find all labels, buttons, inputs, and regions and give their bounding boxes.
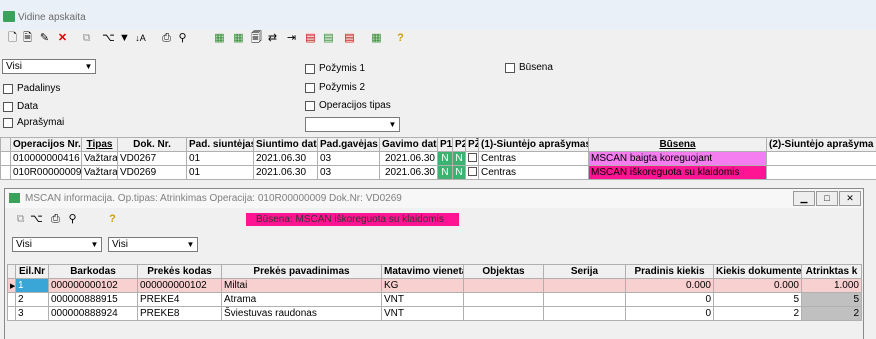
table-row[interactable]: ▶ 1 000000000102 000000000102 Miltai KG … xyxy=(7,278,862,293)
move-icon[interactable]: ⇥ xyxy=(285,32,298,45)
filter-combo-value: Visi xyxy=(6,61,22,72)
find-icon[interactable]: ⚲ xyxy=(176,32,189,45)
copy-icon[interactable]: ⧉ xyxy=(14,213,27,226)
pozymis2-checkbox[interactable]: Požymis 2 xyxy=(305,82,365,93)
col-p1[interactable]: P1 xyxy=(437,137,453,152)
chevron-down-icon[interactable]: ▼ xyxy=(387,119,398,130)
col-dok-nr[interactable]: Dok. Nr. xyxy=(117,137,187,152)
table-green-icon[interactable]: ▦ xyxy=(370,32,383,45)
pozymis1-checkbox[interactable]: Požymis 1 xyxy=(305,63,365,74)
copy-icon[interactable]: ⧉ xyxy=(80,32,93,45)
col-objektas[interactable]: Objektas xyxy=(463,264,544,279)
cart-icon[interactable]: ▤ xyxy=(343,32,356,45)
maximize-button[interactable]: □ xyxy=(816,191,838,206)
cart-green-icon[interactable]: ▤ xyxy=(322,32,335,45)
table-row[interactable]: 2 000000888915 PREKE4 Atrama VNT 0 5 5 xyxy=(7,292,862,307)
close-button[interactable]: ✕ xyxy=(839,191,861,206)
link-icon[interactable]: ⇄ xyxy=(266,32,279,45)
help-icon[interactable]: ? xyxy=(394,32,407,45)
chevron-down-icon[interactable]: ▼ xyxy=(89,239,100,250)
col-busena[interactable]: Būsena xyxy=(588,137,767,152)
col-kiekis-dokumente[interactable]: Kiekis dokumente xyxy=(713,264,802,279)
sub-window-titlebar: MSCAN informacija. Op.tipas: Atrinkimas … xyxy=(5,189,863,208)
col-gavimo-data[interactable]: Gavimo data xyxy=(379,137,438,152)
print-icon[interactable]: ⎙ xyxy=(49,213,62,226)
table-row[interactable]: 010000000416 Važtara VD0267 01 2021.06.3… xyxy=(0,151,876,166)
aprasymai-checkbox[interactable]: Aprašymai xyxy=(3,117,64,128)
chevron-down-icon[interactable]: ▼ xyxy=(83,61,94,72)
table-add-icon[interactable]: ▦ xyxy=(213,32,226,45)
table-header-row: Operacijos Nr. Tipas Dok. Nr. Pad. siunt… xyxy=(0,137,876,152)
col-pradinis-kiekis[interactable]: Pradinis kiekis xyxy=(625,264,714,279)
filter-icon[interactable]: ▼ xyxy=(118,32,131,45)
col-matavimo-vienetas[interactable]: Matavimo vienetas xyxy=(381,264,464,279)
table-header-row: Eil.Nr Barkodas Prekės kodas Prekės pava… xyxy=(7,264,862,279)
row-selector-icon: ▶ xyxy=(7,278,16,293)
tree-icon[interactable]: ⌥ xyxy=(30,213,43,226)
sort-icon[interactable]: ↓A xyxy=(134,32,147,45)
col-prekes-kodas[interactable]: Prekės kodas xyxy=(137,264,222,279)
table-edit-icon[interactable]: ▦ xyxy=(232,32,245,45)
new-doc-icon[interactable]: 🗋 xyxy=(6,32,19,45)
app-icon xyxy=(3,11,15,22)
data-checkbox[interactable]: Data xyxy=(3,101,38,112)
chevron-down-icon[interactable]: ▼ xyxy=(185,239,196,250)
col-atrinktas-kiekis[interactable]: Atrinktas k xyxy=(801,264,862,279)
mscan-info-window: MSCAN informacija. Op.tipas: Atrinkimas … xyxy=(4,188,864,339)
row-status: MSCAN iškoreguota su klaidomis xyxy=(588,165,767,180)
minimize-button[interactable]: ▁ xyxy=(793,191,815,206)
padalinys-checkbox[interactable]: Padalinys xyxy=(3,83,60,94)
col-p2[interactable]: P2 xyxy=(452,137,466,152)
col-pad-gavejas[interactable]: Pad.gavėjas xyxy=(317,137,380,152)
col-serija[interactable]: Serija xyxy=(543,264,626,279)
col-pad-siuntejas[interactable]: Pad. siuntėjas xyxy=(186,137,254,152)
help-icon[interactable]: ? xyxy=(106,213,119,226)
print-icon[interactable]: ⎙ xyxy=(160,32,173,45)
row-status: MSCAN baigta koreguojant xyxy=(588,151,767,166)
main-toolbar: 🗋 🗎 ✎ ✕ ⧉ ⌥ ▼ ↓A ⎙ ⚲ ▦ ▦ 🗐 ⇄ ⇥ ▤ ▤ ▤ ▦ ? xyxy=(0,30,876,48)
sub-filter-combo-1[interactable]: Visi ▼ xyxy=(12,237,102,252)
col-aprasymas-2[interactable]: (2)-Siuntėjo aprašyma xyxy=(766,137,876,152)
app-titlebar: Vidine apskaita xyxy=(0,0,876,30)
delete-icon[interactable]: ✕ xyxy=(56,32,69,45)
col-pz[interactable]: PŽ xyxy=(465,137,479,152)
tree-icon[interactable]: ⌥ xyxy=(102,32,115,45)
find-icon[interactable]: ⚲ xyxy=(66,213,79,226)
op-tipas-combo[interactable]: ▼ xyxy=(305,117,400,132)
table-row[interactable]: 3 000000888924 PREKE8 Šviestuvas raudona… xyxy=(7,306,862,321)
cart-red-icon[interactable]: ▤ xyxy=(304,32,317,45)
status-badge: Būsena: MSCAN iškoreguota su klaidomis xyxy=(246,213,459,226)
col-eil-nr[interactable]: Eil.Nr xyxy=(15,264,49,279)
col-prekes-pavadinimas[interactable]: Prekės pavadinimas xyxy=(221,264,382,279)
filter-combo[interactable]: Visi ▼ xyxy=(2,59,96,74)
col-aprasymas-1[interactable]: (1)-Siuntėjo aprašymas xyxy=(478,137,589,152)
edit-icon[interactable]: ✎ xyxy=(38,32,51,45)
doc-copy-icon[interactable]: 🗐 xyxy=(250,32,263,45)
col-operacijos-nr[interactable]: Operacijos Nr. xyxy=(10,137,82,152)
col-siuntimo-data[interactable]: Siuntimo data xyxy=(253,137,318,152)
col-tipas[interactable]: Tipas xyxy=(81,137,118,152)
doc-icon[interactable]: 🗎 xyxy=(21,32,34,45)
window-title: Vidine apskaita xyxy=(18,12,86,23)
app-icon xyxy=(9,193,20,203)
items-table: Eil.Nr Barkodas Prekės kodas Prekės pava… xyxy=(7,264,862,321)
col-barkodas[interactable]: Barkodas xyxy=(48,264,138,279)
sub-filter-combo-2[interactable]: Visi ▼ xyxy=(108,237,198,252)
sub-window-title: MSCAN informacija. Op.tipas: Atrinkimas … xyxy=(25,193,402,204)
busena-checkbox[interactable]: Būsena xyxy=(505,62,553,73)
table-row[interactable]: 010R00000009 Važtara VD0269 01 2021.06.3… xyxy=(0,165,876,180)
operacijos-tipas-checkbox[interactable]: Operacijos tipas xyxy=(305,100,391,111)
operations-table: Operacijos Nr. Tipas Dok. Nr. Pad. siunt… xyxy=(0,137,876,180)
